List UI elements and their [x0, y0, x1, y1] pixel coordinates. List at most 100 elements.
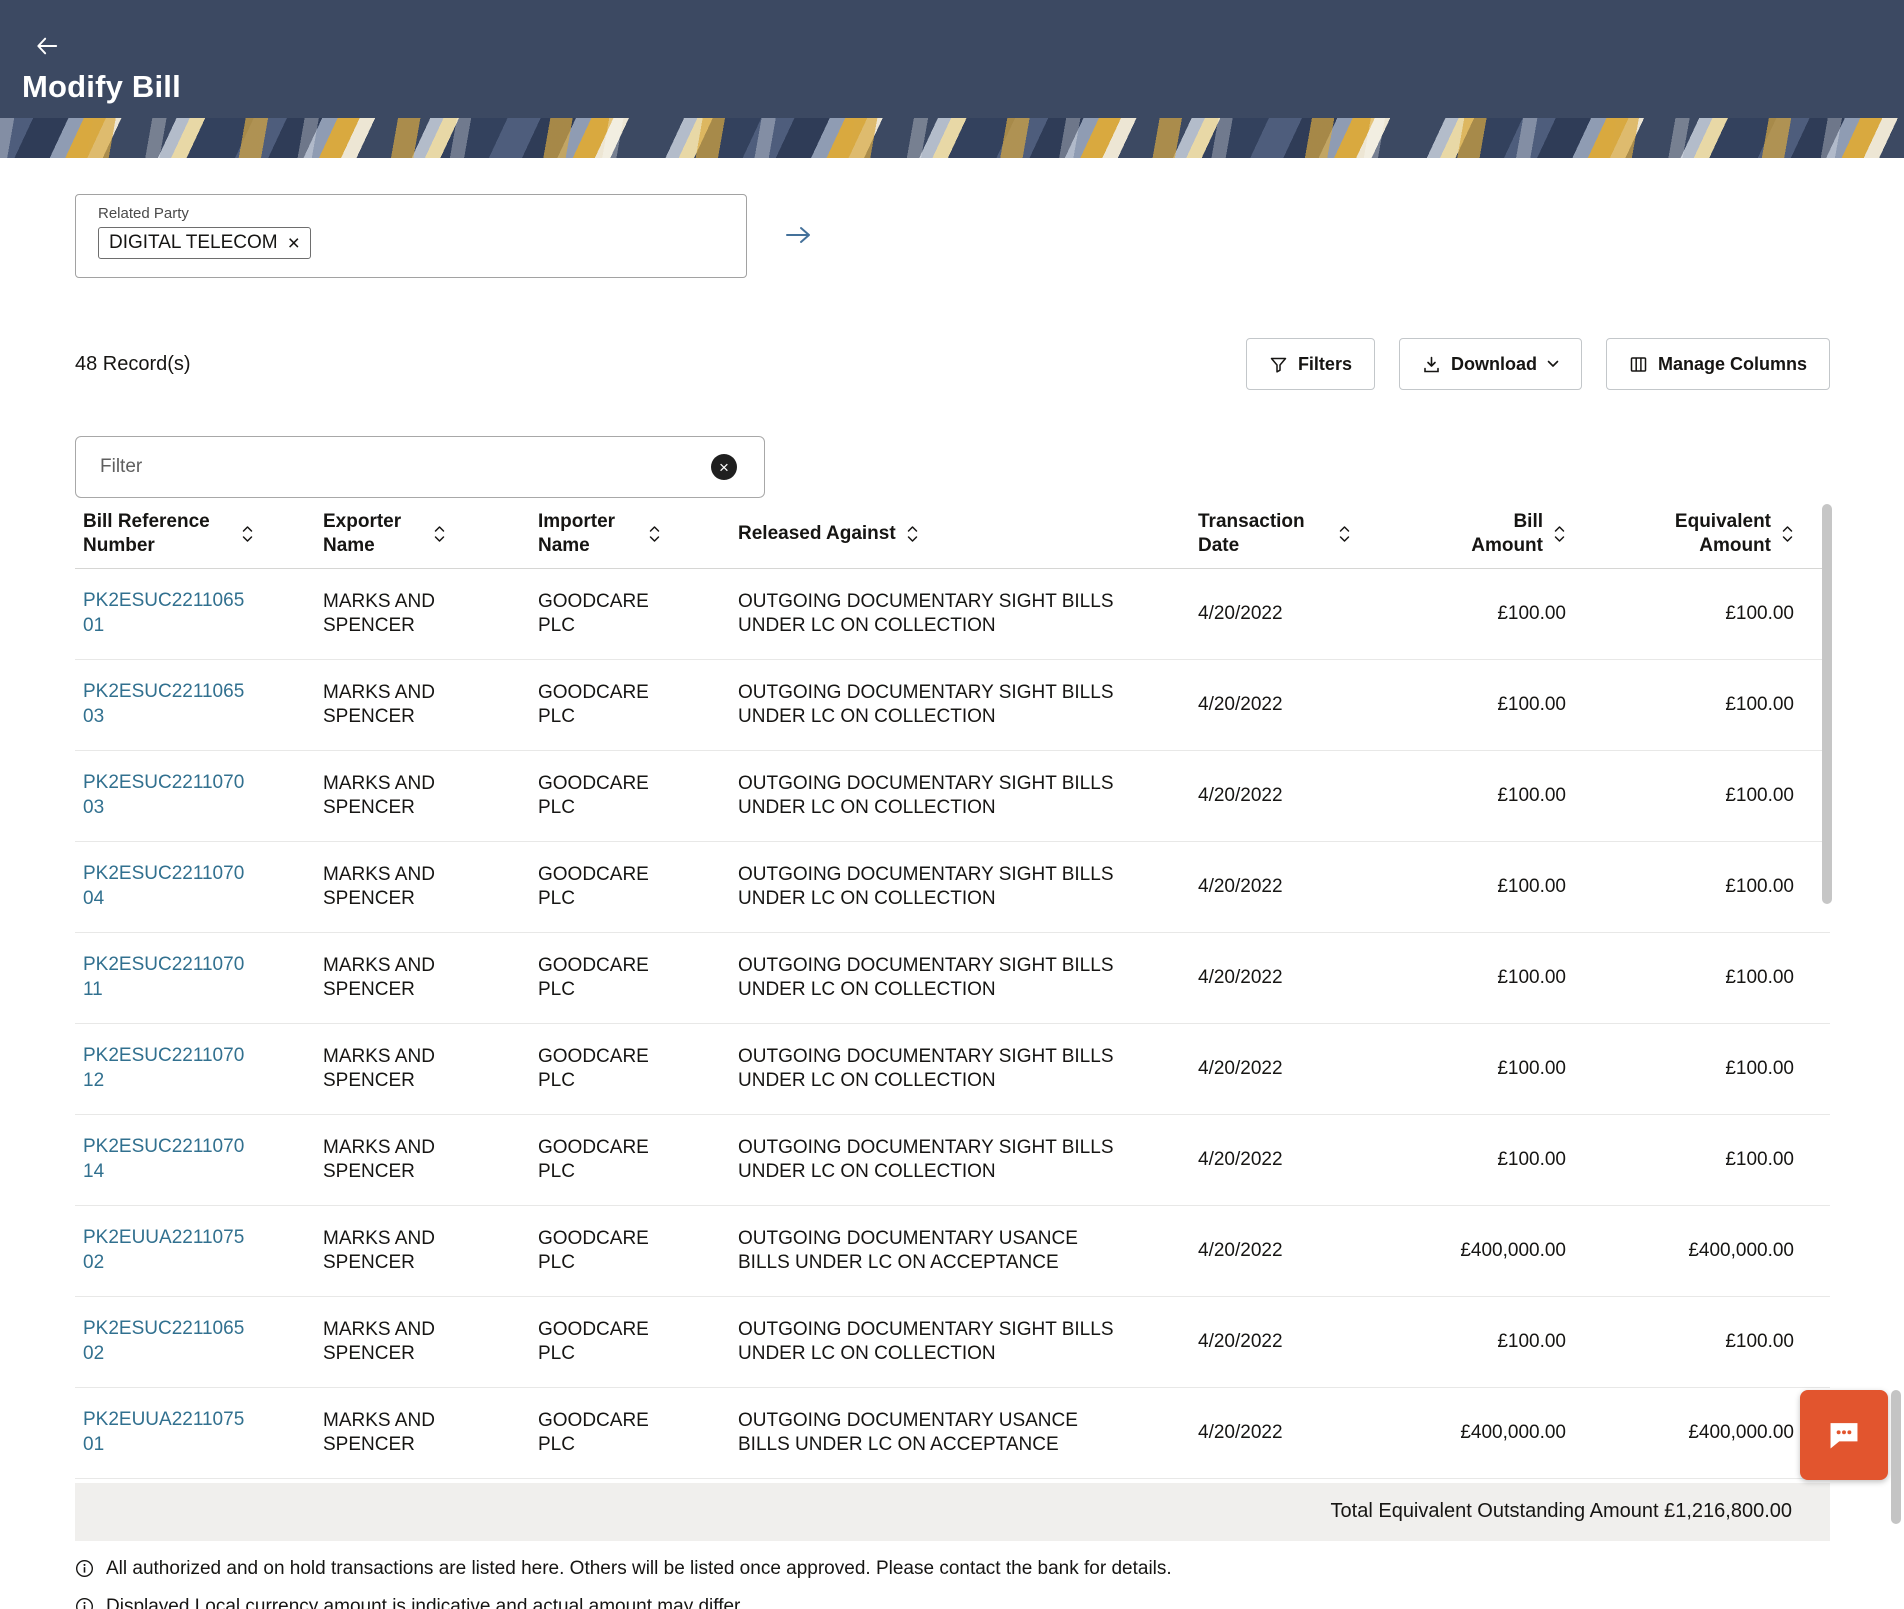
- arrow-right-icon: [786, 226, 810, 243]
- bills-table-wrap: Bill Reference Number Exporter Name Impo…: [75, 498, 1832, 1479]
- column-header-importer-name[interactable]: Importer Name: [530, 498, 730, 568]
- sort-icon: [1554, 526, 1565, 542]
- importer-name: GOODCARE PLC: [538, 955, 649, 1000]
- importer-name: GOODCARE PLC: [538, 1410, 649, 1455]
- table-row: PK2ESUC221106503 MARKS AND SPENCER GOODC…: [75, 659, 1830, 751]
- bills-table: Bill Reference Number Exporter Name Impo…: [75, 498, 1830, 1479]
- equivalent-amount: £100.00: [1725, 694, 1794, 716]
- column-header-transaction-date[interactable]: Transaction Date: [1190, 498, 1440, 568]
- exporter-name: MARKS AND SPENCER: [323, 1228, 435, 1273]
- bill-reference-link[interactable]: PK2EUUA221107502: [83, 1226, 251, 1275]
- bill-reference-link[interactable]: PK2ESUC221107012: [83, 1044, 251, 1093]
- chat-button[interactable]: [1800, 1390, 1888, 1480]
- released-against: OUTGOING DOCUMENTARY SIGHT BILLS UNDER L…: [738, 591, 1114, 636]
- importer-name: GOODCARE PLC: [538, 591, 649, 636]
- bill-amount: £100.00: [1497, 876, 1566, 898]
- released-against: OUTGOING DOCUMENTARY USANCE BILLS UNDER …: [738, 1228, 1078, 1273]
- importer-name: GOODCARE PLC: [538, 864, 649, 909]
- transaction-date: 4/20/2022: [1198, 1058, 1283, 1080]
- bill-reference-link[interactable]: PK2ESUC221106503: [83, 680, 251, 729]
- exporter-name: MARKS AND SPENCER: [323, 1046, 435, 1091]
- table-row: PK2ESUC221107011 MARKS AND SPENCER GOODC…: [75, 932, 1830, 1024]
- toolbar: 48 Record(s) Filters Download Manage Col…: [75, 338, 1830, 390]
- importer-name: GOODCARE PLC: [538, 682, 649, 727]
- note-local-currency: Displayed Local currency amount is indic…: [75, 1595, 1830, 1609]
- equivalent-amount: £100.00: [1725, 603, 1794, 625]
- bill-amount: £100.00: [1497, 1058, 1566, 1080]
- sort-icon: [242, 526, 253, 542]
- column-header-equivalent-amount[interactable]: Equivalent Amount: [1602, 498, 1830, 568]
- manage-columns-button[interactable]: Manage Columns: [1605, 338, 1830, 390]
- exporter-name: MARKS AND SPENCER: [323, 773, 435, 818]
- equivalent-amount: £100.00: [1725, 1058, 1794, 1080]
- filters-button-label: Filters: [1297, 353, 1352, 374]
- exporter-name: MARKS AND SPENCER: [323, 955, 435, 1000]
- sort-icon: [907, 526, 917, 542]
- clear-filter-icon[interactable]: ×: [711, 454, 737, 480]
- bill-amount: £400,000.00: [1460, 1240, 1566, 1262]
- app-header: Modify Bill: [0, 0, 1904, 118]
- related-party-field[interactable]: Related Party DIGITAL TELECOM ×: [75, 194, 747, 278]
- column-header-exporter-name[interactable]: Exporter Name: [315, 498, 530, 568]
- equivalent-amount: £100.00: [1725, 1149, 1794, 1171]
- exporter-name: MARKS AND SPENCER: [323, 1137, 435, 1182]
- released-against: OUTGOING DOCUMENTARY SIGHT BILLS UNDER L…: [738, 1319, 1114, 1364]
- table-row: PK2ESUC221107012 MARKS AND SPENCER GOODC…: [75, 1023, 1830, 1115]
- filter-funnel-icon: [1270, 357, 1287, 373]
- table-row: PK2ESUC221107004 MARKS AND SPENCER GOODC…: [75, 841, 1830, 933]
- manage-columns-button-label: Manage Columns: [1657, 353, 1807, 374]
- bill-reference-link[interactable]: PK2ESUC221107003: [83, 771, 251, 820]
- page-scrollbar-thumb[interactable]: [1891, 1390, 1901, 1524]
- chip-remove-icon[interactable]: ×: [288, 233, 300, 254]
- importer-name: GOODCARE PLC: [538, 1046, 649, 1091]
- bill-amount: £400,000.00: [1460, 1422, 1566, 1444]
- table-scrollbar-thumb[interactable]: [1822, 504, 1832, 904]
- related-party-chip[interactable]: DIGITAL TELECOM ×: [98, 227, 311, 259]
- released-against: OUTGOING DOCUMENTARY SIGHT BILLS UNDER L…: [738, 955, 1114, 1000]
- related-party-label: Related Party: [98, 205, 189, 222]
- download-icon: [1424, 356, 1439, 372]
- table-row: PK2EUUA221107502 MARKS AND SPENCER GOODC…: [75, 1205, 1830, 1297]
- download-button[interactable]: Download: [1398, 338, 1582, 390]
- back-button[interactable]: [36, 36, 58, 59]
- bill-reference-link[interactable]: PK2ESUC221106502: [83, 1317, 251, 1366]
- banner-image: [0, 118, 1904, 158]
- filters-button[interactable]: Filters: [1245, 338, 1375, 390]
- importer-name: GOODCARE PLC: [538, 1319, 649, 1364]
- exporter-name: MARKS AND SPENCER: [323, 591, 435, 636]
- bill-reference-link[interactable]: PK2ESUC221107004: [83, 862, 251, 911]
- bill-amount: £100.00: [1497, 785, 1566, 807]
- note-authorized-transactions: All authorized and on hold transactions …: [75, 1557, 1830, 1582]
- table-row: PK2ESUC221106501 MARKS AND SPENCER GOODC…: [75, 568, 1830, 660]
- bill-amount: £100.00: [1497, 603, 1566, 625]
- column-header-bill-amount[interactable]: Bill Amount: [1440, 498, 1602, 568]
- transaction-date: 4/20/2022: [1198, 603, 1283, 625]
- bill-amount: £100.00: [1497, 694, 1566, 716]
- submit-arrow-button[interactable]: [781, 222, 815, 251]
- table-body: PK2ESUC221106501 MARKS AND SPENCER GOODC…: [75, 568, 1830, 1479]
- related-party-chip-text: DIGITAL TELECOM: [109, 232, 278, 253]
- arrow-left-icon: [37, 37, 58, 55]
- bill-reference-link[interactable]: PK2ESUC221106501: [83, 589, 251, 638]
- released-against: OUTGOING DOCUMENTARY USANCE BILLS UNDER …: [738, 1410, 1078, 1455]
- column-header-bill-reference[interactable]: Bill Reference Number: [75, 498, 315, 568]
- equivalent-amount: £400,000.00: [1688, 1240, 1794, 1262]
- transaction-date: 4/20/2022: [1198, 694, 1283, 716]
- transaction-date: 4/20/2022: [1198, 1422, 1283, 1444]
- column-header-released-against[interactable]: Released Against: [730, 498, 1190, 568]
- equivalent-amount: £100.00: [1725, 967, 1794, 989]
- page-title: Modify Bill: [22, 69, 181, 104]
- chevron-down-icon: [1547, 360, 1559, 367]
- sort-icon: [1782, 526, 1793, 542]
- main-content: Related Party DIGITAL TELECOM × 48 Recor…: [0, 194, 1904, 1609]
- columns-icon: [1630, 356, 1647, 372]
- download-button-label: Download: [1450, 353, 1537, 374]
- filter-input[interactable]: [75, 436, 765, 498]
- released-against: OUTGOING DOCUMENTARY SIGHT BILLS UNDER L…: [738, 864, 1114, 909]
- table-row: PK2ESUC221107003 MARKS AND SPENCER GOODC…: [75, 750, 1830, 842]
- bill-reference-link[interactable]: PK2ESUC221107011: [83, 953, 251, 1002]
- bill-reference-link[interactable]: PK2ESUC221107014: [83, 1135, 251, 1184]
- transaction-date: 4/20/2022: [1198, 1240, 1283, 1262]
- bill-amount: £100.00: [1497, 1331, 1566, 1353]
- bill-reference-link[interactable]: PK2EUUA221107501: [83, 1408, 251, 1457]
